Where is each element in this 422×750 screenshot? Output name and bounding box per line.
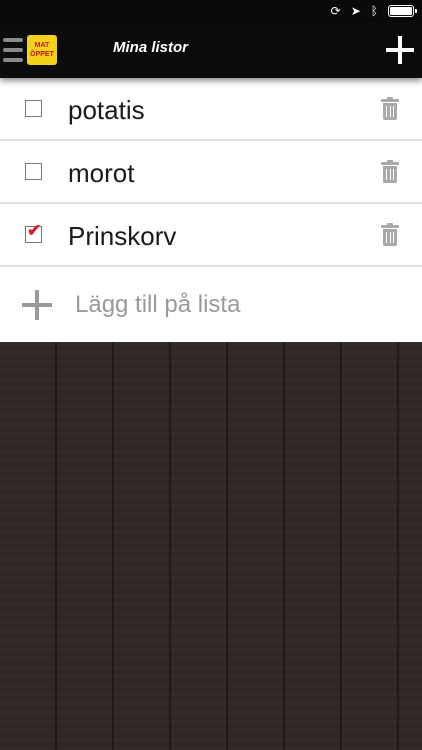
location-arrow-icon: ➤ — [350, 4, 361, 18]
page-title: Mina listor — [113, 39, 189, 56]
logo-line1: MAT — [34, 42, 50, 49]
logo-line2: ÖPPET — [30, 51, 54, 58]
list-item[interactable]: morot — [0, 141, 422, 204]
shopping-list: potatis morot ✔ Prinskorv Lägg till på l… — [0, 78, 422, 342]
list-item[interactable]: ✔ Prinskorv — [0, 204, 422, 267]
item-checkbox[interactable] — [25, 163, 42, 180]
matoppet-logo: MAT ÖPPET — [27, 35, 57, 65]
item-label: potatis — [68, 95, 145, 125]
item-label: Prinskorv — [68, 221, 177, 251]
plus-icon[interactable] — [22, 290, 52, 320]
add-item-row[interactable]: Lägg till på lista — [0, 267, 422, 342]
battery-icon — [388, 5, 417, 17]
item-checkbox-checked[interactable]: ✔ — [25, 222, 42, 243]
trash-icon[interactable] — [381, 160, 399, 184]
trash-icon[interactable] — [381, 97, 399, 121]
item-label: morot — [68, 158, 135, 188]
hamburger-menu-icon[interactable] — [3, 36, 23, 64]
trash-icon[interactable] — [381, 223, 399, 247]
status-bar: ⟳ ➤ ᛒ — [0, 0, 422, 22]
checkmark-icon: ✔ — [27, 221, 42, 240]
add-list-button[interactable] — [386, 36, 414, 64]
orientation-lock-icon: ⟳ — [330, 4, 341, 18]
wood-background — [0, 342, 422, 750]
item-checkbox[interactable] — [25, 100, 42, 117]
add-item-label[interactable]: Lägg till på lista — [75, 291, 240, 319]
list-item[interactable]: potatis — [0, 78, 422, 141]
bluetooth-icon: ᛒ — [370, 4, 378, 18]
nav-bar: MAT ÖPPET Mina listor — [0, 22, 422, 78]
